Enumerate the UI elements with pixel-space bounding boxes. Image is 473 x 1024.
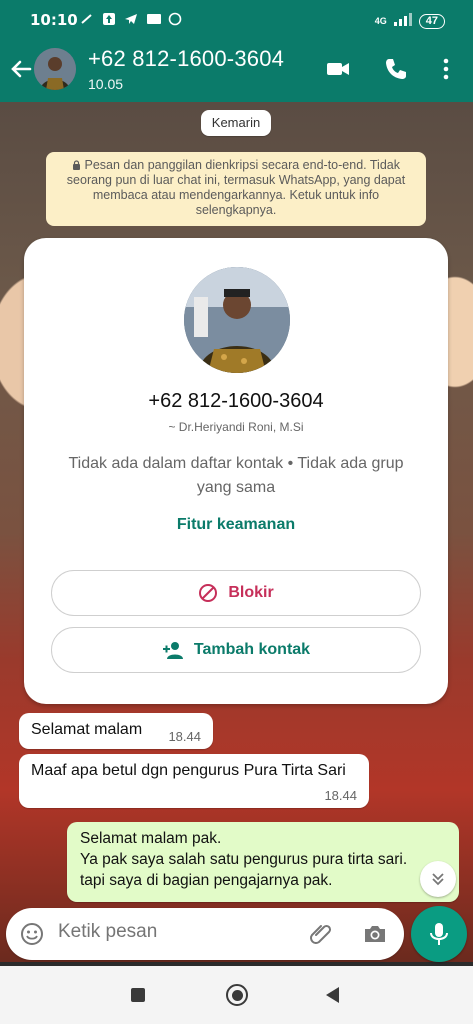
message-composer (6, 908, 404, 960)
missed-call-icon (80, 12, 94, 26)
security-features-link[interactable]: Fitur keamanan (24, 516, 448, 534)
nav-back-icon[interactable] (326, 987, 339, 1003)
message-line: Selamat malam pak. (80, 830, 222, 847)
network-label: 4G (374, 16, 387, 26)
message-line: Ya pak saya salah satu pengurus pura tir… (80, 851, 408, 868)
add-contact-label: Tambah kontak (193, 641, 311, 658)
message-input[interactable] (58, 921, 298, 943)
home-icon[interactable] (226, 984, 248, 1006)
status-bar: 10:10 4G 47 (0, 0, 473, 40)
double-chevron-down-icon (432, 873, 444, 886)
more-options-icon[interactable] (433, 56, 459, 82)
system-status: 4G 47 (375, 12, 445, 30)
system-navigation-bar (0, 966, 473, 1024)
date-chip: Kemarin (201, 110, 271, 136)
camera-icon[interactable] (362, 921, 388, 947)
contact-avatar[interactable] (34, 48, 76, 90)
incoming-message[interactable]: Maaf apa betul dgn pengurus Pura Tirta S… (19, 754, 369, 808)
add-contact-button[interactable]: Tambah kontak (51, 627, 421, 673)
message-line: tapi saya di bagian pengajarnya pak. (80, 872, 333, 889)
lock-icon (72, 158, 84, 172)
contact-push-name: ~ Dr.Heriyandi Roni, M.Si (168, 420, 304, 434)
notification-icons (80, 12, 182, 26)
block-button[interactable]: Blokir (51, 570, 421, 616)
contact-title[interactable]: +62 812-1600-3604 (88, 46, 284, 72)
add-person-icon (162, 642, 183, 659)
signal-icon (393, 12, 413, 30)
attachment-icon[interactable] (308, 921, 334, 947)
upload-icon (102, 12, 116, 26)
emoji-icon[interactable] (20, 922, 44, 946)
recent-apps-icon[interactable] (131, 988, 145, 1002)
block-label: Blokir (228, 584, 274, 601)
message-time: 18.44 (324, 788, 357, 803)
video-call-icon[interactable] (325, 56, 351, 82)
message-text: Selamat malam (31, 721, 143, 738)
block-icon (199, 584, 218, 602)
encryption-notice[interactable]: Pesan dan panggilan dienkripsi secara en… (46, 152, 426, 226)
back-arrow-icon[interactable] (8, 56, 34, 82)
app-notification-icon (146, 12, 161, 26)
encryption-text: Pesan dan panggilan dienkripsi secara en… (66, 158, 406, 217)
contact-phone: +62 812-1600-3604 (148, 390, 324, 412)
contact-photo[interactable] (184, 267, 290, 373)
whatsapp-icon (168, 12, 182, 26)
outgoing-message[interactable]: Selamat malam pak. Ya pak saya salah sat… (67, 822, 459, 902)
voice-call-icon[interactable] (383, 56, 409, 82)
telegram-icon (124, 12, 138, 26)
contact-status-info: Tidak ada dalam daftar kontak • Tidak ad… (68, 455, 404, 496)
last-seen: 10.05 (88, 76, 124, 92)
battery-indicator: 47 (418, 13, 445, 29)
incoming-message[interactable]: Selamat malam 18.44 (19, 713, 213, 749)
microphone-icon (430, 923, 448, 945)
message-text: Maaf apa betul dgn pengurus Pura Tirta S… (31, 762, 346, 779)
message-time: 18.44 (168, 729, 201, 744)
scroll-to-bottom-button[interactable] (420, 861, 456, 897)
chat-header: +62 812-1600-3604 10.05 (0, 40, 473, 102)
unknown-contact-card: +62 812-1600-3604 ~ Dr.Heriyandi Roni, M… (24, 238, 448, 704)
status-time: 10:10 (30, 11, 78, 29)
voice-record-button[interactable] (411, 906, 467, 962)
